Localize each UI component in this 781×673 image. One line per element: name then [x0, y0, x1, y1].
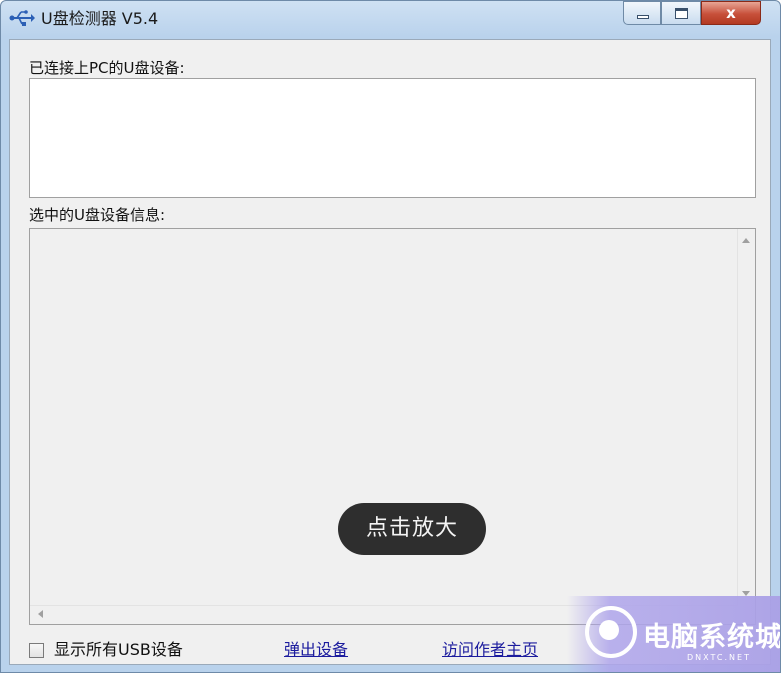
connected-devices-label: 已连接上PC的U盘设备: [29, 59, 185, 77]
watermark-subtext: DNXTC.NET [687, 653, 751, 662]
watermark-logo-icon [585, 606, 637, 658]
device-info-label: 选中的U盘设备信息: [29, 206, 166, 224]
app-window: U盘检测器 V5.4 x 已连接上PC的U盘设备: 选中的U盘设备信息: 点击放… [0, 0, 781, 673]
watermark-text: 电脑系统城 [643, 622, 781, 653]
usb-icon [9, 10, 35, 26]
show-all-usb-label[interactable]: 显示所有USB设备 [54, 639, 183, 661]
scroll-up-icon[interactable] [742, 238, 750, 243]
title-bar[interactable]: U盘检测器 V5.4 x [1, 1, 780, 39]
close-button[interactable]: x [701, 1, 761, 25]
show-all-usb-checkbox[interactable] [29, 643, 44, 658]
minimize-button[interactable] [623, 1, 661, 25]
close-icon: x [726, 4, 736, 22]
scroll-left-icon[interactable] [38, 610, 43, 618]
zoom-overlay-button[interactable]: 点击放大 [338, 503, 486, 555]
maximize-button[interactable] [661, 1, 701, 25]
connected-devices-list[interactable] [29, 78, 756, 198]
window-title: U盘检测器 V5.4 [41, 9, 159, 28]
watermark: 电脑系统城 DNXTC.NET [567, 596, 780, 672]
vertical-scrollbar[interactable] [737, 229, 755, 606]
eject-device-link[interactable]: 弹出设备 [284, 639, 348, 661]
client-area: 已连接上PC的U盘设备: 选中的U盘设备信息: 点击放大 显示所有USB设备 弹… [9, 39, 771, 665]
visit-author-link[interactable]: 访问作者主页 [442, 639, 538, 661]
device-info-panel[interactable]: 点击放大 [29, 228, 756, 625]
